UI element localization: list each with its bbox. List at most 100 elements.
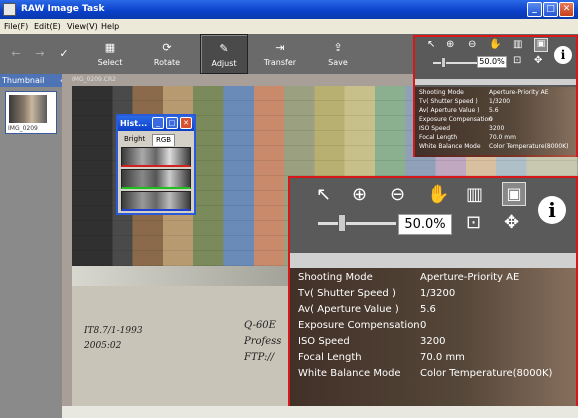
chart-text-2: 2005:02 [84,341,122,351]
thumbnail-item[interactable]: IMG_0209 [5,91,57,134]
zoom-100-icon[interactable]: ⊡ [466,212,481,233]
info-palette-zoomed: ↖ ⊕ ⊖ ✋ ▥ ▣ i 50.0% ⊡ ✥ Shooting Mode Ape… [288,176,578,418]
zoom-slider[interactable] [433,62,477,64]
menu-bar: File(F) Edit(E) View(V) Help [0,19,578,34]
zoom-slider[interactable] [318,222,396,225]
histogram-blue [121,191,191,211]
pointer-icon[interactable]: ↖ [427,39,435,50]
select-button[interactable]: ▦ Select [90,34,130,74]
info-key: Tv( Shutter Speed ) [419,98,478,105]
info-icon[interactable]: i [554,46,572,64]
info-key: Exposure Compensation [298,320,420,331]
thumbnail-header-label: Thumbnail [2,76,45,85]
back-button[interactable]: ← [6,34,26,74]
adjust-button[interactable]: ✎ Adjust [200,34,248,74]
zoom-in-icon[interactable]: ⊕ [352,184,367,205]
tab-rgb[interactable]: RGB [152,134,176,146]
info-key: Av( Aperture Value ) [419,107,480,114]
arrow-left-icon: ← [11,47,21,60]
title-bar: RAW Image Task _ □ ✕ [0,0,578,19]
thumbnail-image [9,95,47,123]
close-button[interactable]: ✕ [559,2,574,17]
forward-button[interactable]: → [30,34,50,74]
info-key: Shooting Mode [298,272,373,283]
full-screen-icon[interactable]: ✥ [504,212,519,233]
menu-help[interactable]: Help [101,19,119,34]
maximize-button[interactable]: □ [543,2,558,17]
save-icon: ⇪ [333,41,343,54]
hand-icon[interactable]: ✋ [427,184,449,205]
hist-minimize-button[interactable]: _ [152,117,164,129]
full-screen-icon[interactable]: ✥ [534,55,542,66]
app-icon [3,3,16,16]
histogram-icon[interactable]: ▥ [513,39,522,50]
hist-maximize-button[interactable]: □ [166,117,178,129]
rotate-icon: ⟳ [162,41,172,54]
pointer-icon[interactable]: ↖ [316,184,331,205]
tab-bright[interactable]: Bright [121,134,148,145]
hist-close-button[interactable]: ✕ [180,117,192,129]
menu-view[interactable]: View(V) [67,19,98,34]
info-value: 70.0 mm [420,352,465,363]
info-key: White Balance Mode [298,368,401,379]
fit-icon[interactable]: ▣ [502,182,526,206]
info-key: Exposure Compensation [419,116,492,123]
arrow-right-icon: → [35,47,45,60]
separator-small [415,79,576,85]
zoom-value: 50.0% [398,214,452,235]
check-icon: ✓ [59,47,69,60]
rotate-label: Rotate [153,58,181,67]
info-key: ISO Speed [419,125,451,132]
transfer-button[interactable]: ⇥ Transfer [260,34,300,74]
shooting-info-small: Shooting Mode Aperture-Priority AE Tv( Sh… [415,87,576,157]
info-value: Aperture-Priority AE [489,89,549,96]
shooting-info-zoomed: Shooting Mode Aperture-Priority AE Tv( Sh… [290,268,576,416]
horizontal-scrollbar[interactable] [62,406,578,418]
menu-edit[interactable]: Edit(E) [34,19,61,34]
info-value: 5.6 [489,107,499,114]
image-filename: IMG_0209.CR2 [72,76,116,83]
zoom-in-icon[interactable]: ⊕ [446,39,454,50]
zoom-100-icon[interactable]: ⊡ [513,55,521,66]
zoom-slider-thumb[interactable] [338,214,346,232]
histogram-window[interactable]: Hist... _ □ ✕ Bright RGB [116,114,196,215]
zoom-out-icon[interactable]: ⊖ [468,39,476,50]
fit-icon[interactable]: ▣ [534,38,548,52]
thumbnail-header: Thumbnail« [0,74,68,87]
info-key: Tv( Shutter Speed ) [298,288,396,299]
save-button[interactable]: ⇪ Save [318,34,358,74]
minimize-button[interactable]: _ [527,2,542,17]
histogram-red [121,147,191,167]
info-value: 5.6 [420,304,436,315]
chart-text-4: Profess [244,336,282,347]
info-value: 70.0 mm [489,134,516,141]
transfer-label: Transfer [263,58,297,67]
info-value: 0 [420,320,427,331]
adjust-label: Adjust [211,59,237,68]
info-value: 0 [489,116,493,123]
grid-icon: ▦ [104,41,116,54]
chart-text-3: Q-60E [244,320,276,331]
info-icon[interactable]: i [538,196,566,224]
info-key: Av( Aperture Value ) [298,304,399,315]
info-palette-small: ↖ ⊕ ⊖ ✋ ▥ ▣ i 50.0% ⊡ ✥ Shooting Mode Ape… [413,35,578,157]
info-value: Color Temperature(8000K) [420,368,553,379]
zoom-slider-thumb[interactable] [441,57,446,68]
separator-zoomed [290,253,576,268]
zoom-out-icon[interactable]: ⊖ [390,184,405,205]
histogram-icon[interactable]: ▥ [466,184,483,205]
info-key: White Balance Mode [419,143,481,150]
info-key: ISO Speed [298,336,350,347]
info-key: Focal Length [298,352,362,363]
select-label: Select [97,58,123,67]
apply-button[interactable]: ✓ [54,34,74,74]
hand-icon[interactable]: ✋ [489,39,501,50]
rotate-button[interactable]: ⟳ Rotate [147,34,187,74]
info-value: Color Temperature(8000K) [489,143,569,150]
histogram-green [121,169,191,189]
info-value: 3200 [489,125,505,132]
transfer-icon: ⇥ [275,41,285,54]
window-title: RAW Image Task [21,4,105,14]
menu-file[interactable]: File(F) [4,19,28,34]
thumbnail-panel: Thumbnail« IMG_0209 [0,74,68,418]
